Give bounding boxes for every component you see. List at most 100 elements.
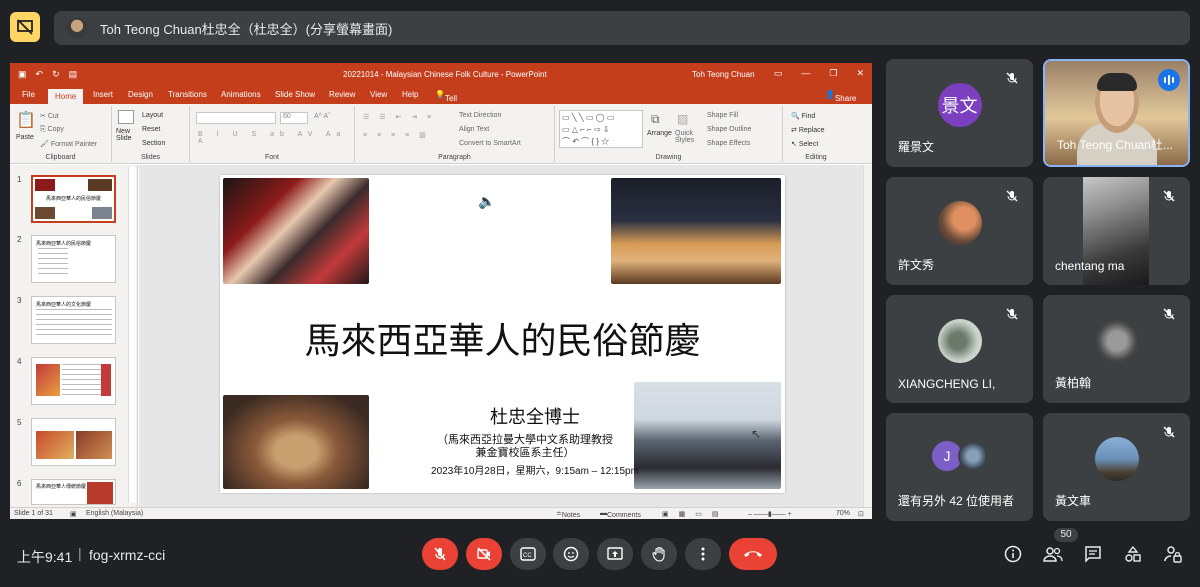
slide-thumbnail[interactable]: [31, 418, 116, 466]
paste-button[interactable]: Paste: [16, 134, 34, 141]
presenter-pill[interactable]: Toh Teong Chuan杜忠全（杜忠全）(分享螢幕畫面): [54, 11, 1190, 45]
find-button[interactable]: 🔍 Find: [791, 112, 815, 120]
participant-tile[interactable]: chentang ma: [1043, 177, 1190, 285]
more-options-button[interactable]: [685, 538, 721, 570]
layout-button[interactable]: Layout: [142, 112, 163, 119]
close-icon[interactable]: ✕: [856, 68, 864, 79]
view-buttons[interactable]: ▣▦▭▤: [662, 510, 728, 518]
convert-smartart-button[interactable]: Convert to SmartArt: [459, 140, 521, 147]
participant-name: 許文秀: [898, 258, 935, 272]
shapes-gallery[interactable]: ▭ ╲ ╲ ▭ ◯ ▭ ▭ △ ⌐ ⌐ ⇨ ⇩ ⌒ ↶ ⌒ { } ☆: [559, 110, 643, 148]
camera-toggle-button[interactable]: [466, 538, 502, 570]
meeting-details-button[interactable]: [1003, 544, 1023, 564]
paste-icon[interactable]: 📋: [16, 110, 36, 130]
participant-tile[interactable]: 景文 羅景文: [886, 59, 1033, 167]
thumb-photo: [35, 207, 55, 219]
share-button[interactable]: 👤 Share: [825, 90, 856, 103]
accessibility-icon[interactable]: ▣: [70, 510, 77, 518]
tell-me-search[interactable]: 💡 Tell me what you want to do: [435, 90, 462, 157]
undo-icon[interactable]: ↶: [36, 69, 44, 80]
mic-off-icon: [1163, 308, 1175, 320]
captions-button[interactable]: CC: [510, 538, 546, 570]
replace-button[interactable]: ⇄ Replace: [791, 126, 825, 134]
shape-fill-button[interactable]: Shape Fill: [707, 112, 738, 119]
minimize-icon[interactable]: —: [801, 68, 810, 79]
tab-view[interactable]: View: [370, 90, 387, 99]
tab-review[interactable]: Review: [329, 90, 355, 99]
tab-file[interactable]: File: [22, 90, 35, 99]
screen-share-off-icon[interactable]: [10, 12, 40, 42]
canvas-scrollbar[interactable]: [863, 165, 872, 507]
maximize-icon[interactable]: ❐: [829, 68, 837, 79]
mic-off-icon: [434, 547, 446, 561]
leave-call-button[interactable]: [729, 538, 777, 570]
mic-toggle-button[interactable]: [422, 538, 458, 570]
present-button[interactable]: [597, 538, 633, 570]
others-tile[interactable]: J 還有另外 42 位使用者: [886, 413, 1033, 521]
people-button[interactable]: [1043, 544, 1063, 564]
align-buttons[interactable]: ≡ ≡ ≡ ≡ ▥: [363, 131, 430, 139]
reactions-button[interactable]: [553, 538, 589, 570]
format-painter-button[interactable]: 🖌 Format Painter: [40, 140, 97, 148]
section-button[interactable]: Section: [142, 140, 165, 147]
copy-button[interactable]: ⎘ Copy: [40, 126, 64, 134]
font-format-buttons[interactable]: B I U S ab AV Aa A: [198, 131, 354, 145]
new-slide-icon[interactable]: [118, 110, 134, 124]
thumb-number: 4: [17, 357, 22, 366]
select-button[interactable]: ↖ Select: [791, 140, 818, 148]
zoom-slider[interactable]: – ——▮—— +: [748, 510, 792, 518]
grow-font-icon[interactable]: A^ Aˇ: [314, 113, 331, 120]
host-controls-button[interactable]: [1163, 544, 1183, 564]
quick-styles-button[interactable]: Quick Styles: [675, 130, 703, 144]
shape-outline-button[interactable]: Shape Outline: [707, 126, 751, 133]
participant-tile[interactable]: 許文秀: [886, 177, 1033, 285]
font-size-select[interactable]: 60: [280, 112, 308, 124]
slide-thumbnail[interactable]: 馬來西亞華人傳統節慶: [31, 479, 116, 505]
tab-insert[interactable]: Insert: [93, 90, 113, 99]
redo-icon[interactable]: ↻: [52, 69, 60, 80]
audio-speaker-icon[interactable]: 🔈: [478, 193, 496, 209]
ribbon-display-icon[interactable]: ▭: [774, 68, 783, 79]
slide-thumbnail[interactable]: 馬來西亞華人的文化節慶: [31, 296, 116, 344]
font-family-select[interactable]: [196, 112, 276, 124]
shape-effects-button[interactable]: Shape Effects: [707, 140, 750, 147]
slide[interactable]: 🔈 馬來西亞華人的民俗節慶 杜忠全博士 （馬來西亞拉曼大學中文系助理教授 兼金寶…: [220, 175, 785, 493]
zoom-level[interactable]: 70%: [836, 510, 850, 517]
tab-animations[interactable]: Animations: [221, 90, 261, 99]
chat-button[interactable]: [1083, 544, 1103, 564]
list-buttons[interactable]: ☰ ☰ ⇤ ⇥ ≡: [363, 113, 435, 121]
arrange-button[interactable]: Arrange: [647, 130, 672, 137]
fit-slide-icon[interactable]: ⊡: [858, 510, 864, 518]
user-name[interactable]: Toh Teong Chuan: [692, 70, 755, 79]
participant-tile-active-speaker[interactable]: Toh Teong Chuan杜...: [1043, 59, 1190, 167]
cut-button[interactable]: ✂ Cut: [40, 112, 59, 120]
start-from-beginning-icon[interactable]: ▤: [69, 69, 78, 80]
notes-button[interactable]: ≐ Notes: [556, 510, 580, 519]
new-slide-button[interactable]: New Slide: [116, 128, 142, 142]
tab-slide-show[interactable]: Slide Show: [275, 90, 315, 99]
thumb-title: 馬來西亞華人的民俗節慶: [45, 196, 101, 202]
align-text-button[interactable]: Align Text: [459, 126, 489, 133]
save-icon[interactable]: ▣: [18, 69, 27, 80]
raise-hand-button[interactable]: [641, 538, 677, 570]
participant-tile[interactable]: 黃文車: [1043, 413, 1190, 521]
language[interactable]: English (Malaysia): [86, 510, 143, 517]
slide-thumbnail[interactable]: 馬來西亞華人的民俗節慶: [31, 175, 116, 223]
tab-design[interactable]: Design: [128, 90, 153, 99]
tab-help[interactable]: Help: [402, 90, 418, 99]
quick-styles-icon[interactable]: ▨: [677, 112, 688, 126]
participant-tile[interactable]: 黃柏翰: [1043, 295, 1190, 403]
slide-thumbnail[interactable]: 馬來西亞華人的民俗節慶: [31, 235, 116, 283]
emoji-icon: [563, 546, 579, 562]
comments-button[interactable]: ▬ Comments: [600, 510, 641, 519]
tab-home[interactable]: Home: [48, 89, 84, 104]
reset-button[interactable]: Reset: [142, 126, 160, 133]
arrange-icon[interactable]: ⧉: [651, 112, 660, 127]
text-direction-button[interactable]: Text Direction: [459, 112, 501, 119]
tab-transitions[interactable]: Transitions: [168, 90, 207, 99]
participant-tile[interactable]: XIANGCHENG LI,: [886, 295, 1033, 403]
thumbnails-scrollbar[interactable]: [128, 167, 136, 503]
slides-group: New Slide Layout Reset Section Slides: [112, 106, 190, 162]
activities-button[interactable]: [1123, 544, 1143, 564]
slide-thumbnail[interactable]: [31, 357, 116, 405]
